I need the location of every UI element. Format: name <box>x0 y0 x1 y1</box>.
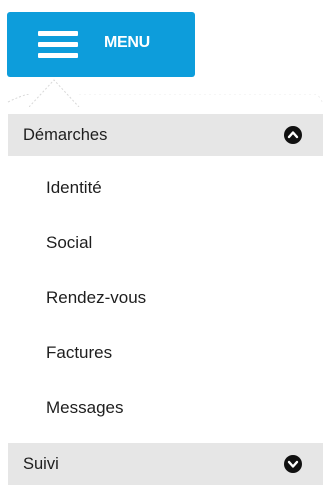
hamburger-icon <box>38 31 78 59</box>
section-suivi-header[interactable]: Suivi <box>8 443 323 485</box>
menu-item-factures[interactable]: Factures <box>46 343 112 363</box>
menu-item-rendez-vous[interactable]: Rendez-vous <box>46 288 146 308</box>
chevron-down-circle-icon[interactable] <box>284 455 302 473</box>
menu-item-messages[interactable]: Messages <box>46 398 123 418</box>
section-suivi-label: Suivi <box>23 454 59 473</box>
section-demarches-header[interactable]: Démarches <box>8 114 323 156</box>
menu-item-identite[interactable]: Identité <box>46 178 102 198</box>
menu-button[interactable]: MENU <box>7 12 195 77</box>
dropdown-border <box>7 94 323 103</box>
section-demarches-label: Démarches <box>23 125 108 144</box>
menu-item-social[interactable]: Social <box>46 233 92 253</box>
menu-button-label: MENU <box>104 34 150 51</box>
chevron-up-circle-icon[interactable] <box>284 126 302 144</box>
